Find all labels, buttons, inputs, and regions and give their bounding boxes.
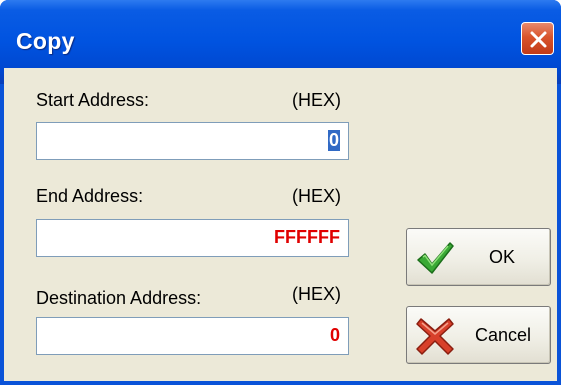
destination-address-value: 0 xyxy=(329,325,340,345)
start-address-label: Start Address: xyxy=(36,90,150,110)
ok-button-label: OK xyxy=(489,247,516,267)
start-address-value: 0 xyxy=(327,130,340,151)
end-hex-label: (HEX) xyxy=(292,186,341,206)
end-address-value: FFFFFF xyxy=(274,227,340,247)
destination-hex-label: (HEX) xyxy=(292,284,341,304)
cancel-button-label: Cancel xyxy=(475,325,532,345)
window-title: Copy xyxy=(16,28,75,54)
checkmark-icon xyxy=(417,242,454,274)
x-icon xyxy=(416,318,454,355)
dialog-body: Start Address: (HEX) 0 End Address: (HEX… xyxy=(4,68,557,381)
ok-button[interactable]: OK xyxy=(406,228,551,286)
start-hex-label: (HEX) xyxy=(292,90,341,110)
close-icon xyxy=(530,31,547,48)
end-address-label: End Address: xyxy=(36,186,144,206)
destination-address-input[interactable]: 0 xyxy=(36,317,349,355)
cancel-button[interactable]: Cancel xyxy=(406,306,551,364)
end-address-input[interactable]: FFFFFF xyxy=(36,219,349,257)
destination-address-label: Destination Address: xyxy=(36,288,202,308)
start-address-input[interactable]: 0 xyxy=(36,122,349,160)
close-button[interactable] xyxy=(521,22,554,55)
copy-dialog: Copy Start Address: (HEX) 0 End Address:… xyxy=(0,0,561,385)
